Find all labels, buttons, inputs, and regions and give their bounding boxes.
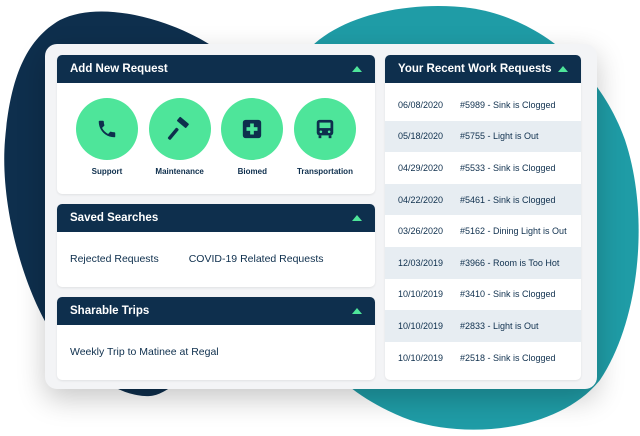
collapse-caret-icon[interactable] <box>352 215 362 221</box>
saved-search-rejected-link[interactable]: Rejected Requests <box>70 253 159 265</box>
support-circle[interactable] <box>76 98 138 160</box>
phone-icon <box>98 120 116 138</box>
work-request-date: 03/26/2020 <box>398 226 444 237</box>
sharable-trips-header: Sharable Trips <box>57 297 375 325</box>
sharable-trips-title: Sharable Trips <box>70 305 150 317</box>
work-request-title: #5461 - Sink is Clogged <box>460 194 556 205</box>
medical-cross-icon <box>243 119 262 139</box>
saved-search-list: Rejected Requests COVID-19 Related Reque… <box>57 253 375 265</box>
work-request-list: 06/08/2020 #5989 - Sink is Clogged 05/18/… <box>385 83 581 373</box>
maintenance-request-button[interactable]: Maintenance <box>148 98 211 176</box>
maintenance-label: Maintenance <box>155 167 204 176</box>
collapse-caret-icon[interactable] <box>558 66 568 72</box>
work-requests-panel: Your Recent Work Requests 06/08/2020 #598… <box>385 55 581 380</box>
work-request-title: #5162 - Dining Light is Out <box>460 226 567 237</box>
saved-searches-header: Saved Searches <box>57 204 375 232</box>
support-label: Support <box>91 167 123 176</box>
work-request-title: #3410 - Sink is Clogged <box>460 289 556 300</box>
collapse-caret-icon[interactable] <box>352 308 362 314</box>
biomed-request-button[interactable]: Biomed <box>221 98 284 176</box>
work-request-row[interactable]: 04/29/2020 #5533 - Sink is Clogged <box>385 152 581 184</box>
maintenance-circle[interactable] <box>148 98 211 160</box>
work-request-row[interactable]: 05/18/2020 #5755 - Light is Out <box>385 120 581 153</box>
work-request-row[interactable]: 10/10/2019 #3410 - Sink is Clogged <box>385 279 581 311</box>
work-request-row[interactable]: 12/03/2019 #3966 - Room is Too Hot <box>385 246 581 279</box>
hammer-icon <box>167 116 189 140</box>
work-requests-title: Your Recent Work Requests <box>398 63 552 75</box>
work-request-date: 10/10/2019 <box>398 352 444 363</box>
work-request-title: #2833 - Light is Out <box>460 320 539 331</box>
bus-icon <box>316 119 334 139</box>
work-request-date: 10/10/2019 <box>398 320 444 331</box>
saved-search-covid-link[interactable]: COVID-19 Related Requests <box>189 253 324 265</box>
sharable-trips-panel: Sharable Trips Weekly Trip to Matinee at… <box>57 297 375 380</box>
request-type-list: Support Maintenance Biomed Transportatio… <box>57 98 375 176</box>
work-request-date: 06/08/2020 <box>398 99 444 110</box>
biomed-circle[interactable] <box>221 98 284 160</box>
work-request-date: 04/22/2020 <box>398 194 444 205</box>
transportation-label: Transportation <box>296 167 353 176</box>
work-request-row[interactable]: 03/26/2020 #5162 - Dining Light is Out <box>385 215 581 247</box>
work-request-date: 12/03/2019 <box>398 257 444 268</box>
work-request-row[interactable]: 10/10/2019 #2833 - Light is Out <box>385 310 581 342</box>
add-request-header: Add New Request <box>57 55 375 83</box>
dashboard-card: Add New Request Support Maintenance Biom… <box>45 44 597 389</box>
work-request-title: #2518 - Sink is Clogged <box>460 352 556 363</box>
transportation-request-button[interactable]: Transportation <box>293 98 356 176</box>
work-request-row[interactable]: 06/08/2020 #5989 - Sink is Clogged <box>385 89 581 121</box>
work-request-title: #5533 - Sink is Clogged <box>460 162 556 173</box>
work-requests-header: Your Recent Work Requests <box>385 55 581 83</box>
work-request-date: 04/29/2020 <box>398 162 444 173</box>
biomed-label: Biomed <box>237 167 267 176</box>
add-request-title: Add New Request <box>70 63 168 75</box>
sharable-trip-link[interactable]: Weekly Trip to Matinee at Regal <box>57 346 375 358</box>
work-request-row[interactable]: 10/10/2019 #2518 - Sink is Clogged <box>385 342 581 374</box>
transportation-circle[interactable] <box>293 98 356 160</box>
support-request-button[interactable]: Support <box>76 98 138 176</box>
saved-searches-title: Saved Searches <box>70 212 159 224</box>
work-request-title: #3966 - Room is Too Hot <box>460 257 560 268</box>
work-request-title: #5989 - Sink is Clogged <box>460 99 556 110</box>
work-request-row[interactable]: 04/22/2020 #5461 - Sink is Clogged <box>385 183 581 216</box>
work-request-title: #5755 - Light is Out <box>460 131 539 142</box>
add-request-panel: Add New Request Support Maintenance Biom… <box>57 55 375 194</box>
work-request-date: 10/10/2019 <box>398 289 444 300</box>
saved-searches-panel: Saved Searches Rejected Requests COVID-1… <box>57 204 375 287</box>
collapse-caret-icon[interactable] <box>352 66 362 72</box>
work-request-date: 05/18/2020 <box>398 131 444 142</box>
